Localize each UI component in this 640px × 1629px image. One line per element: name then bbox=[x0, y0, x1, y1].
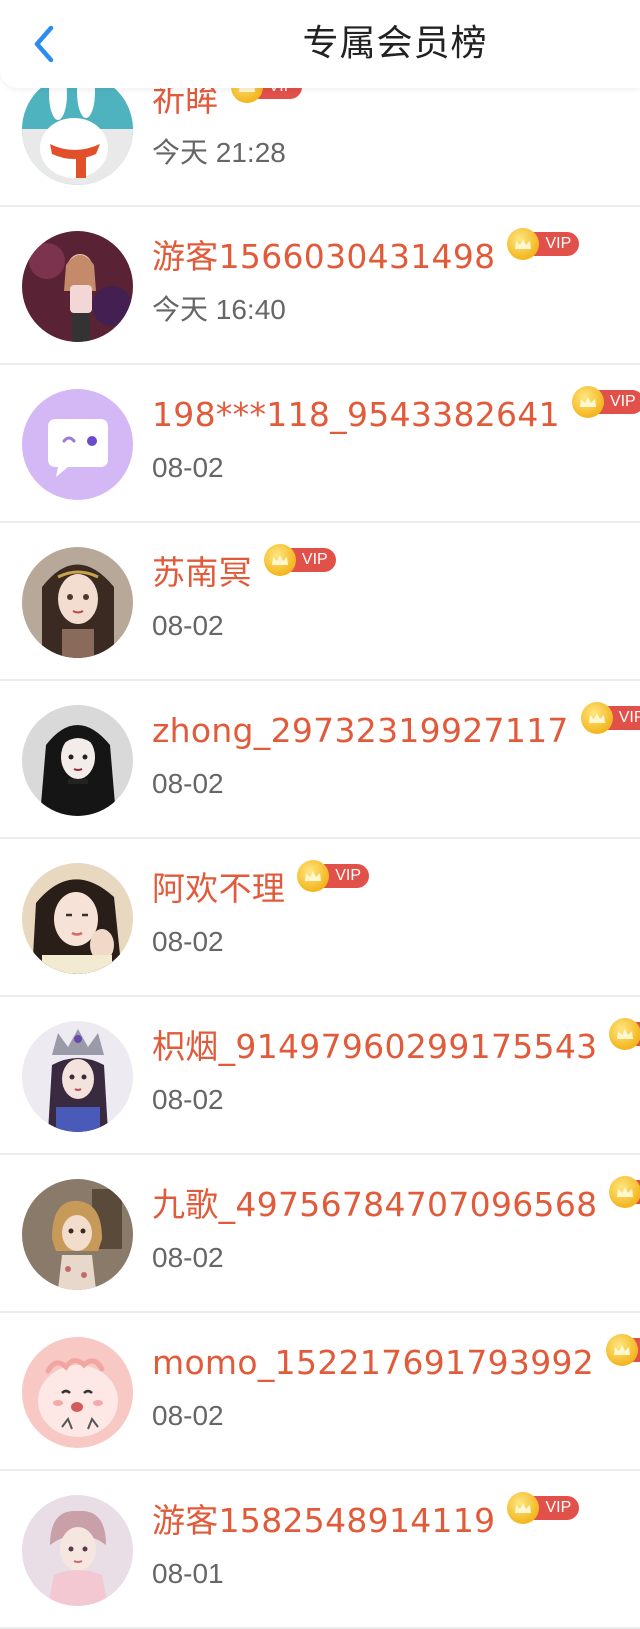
member-list: 祈眸 VIP 今天 21:28 游客1566030431498 bbox=[0, 50, 640, 1629]
top-bar: 专属会员榜 bbox=[0, 0, 640, 88]
crown-icon bbox=[263, 544, 296, 576]
member-row[interactable]: zhong_29732319927117 VIP 08-02 bbox=[0, 681, 640, 839]
member-row[interactable]: 游客1582548914119 VIP 08-01 bbox=[0, 1471, 640, 1629]
member-name: 九歌_49756784707096568 bbox=[152, 1185, 598, 1224]
member-name: 游客1582548914119 bbox=[152, 1501, 496, 1540]
vintage-doll-avatar bbox=[22, 1179, 133, 1290]
vip-badge: VIP bbox=[609, 1018, 640, 1050]
chat-bubble-avatar bbox=[22, 389, 133, 500]
vip-badge: VIP bbox=[507, 228, 580, 260]
member-name: 苏南冥 bbox=[152, 553, 252, 592]
selfie-girl-avatar bbox=[22, 863, 133, 974]
member-date: 08-01 bbox=[152, 1558, 224, 1589]
crown-icon bbox=[297, 860, 330, 892]
member-name: 枳烟_91497960299175543 bbox=[152, 1027, 598, 1066]
vip-badge: VIP bbox=[609, 1176, 640, 1208]
member-date: 今天 16:40 bbox=[152, 294, 286, 325]
member-name: 198***118_9543382641 bbox=[152, 395, 560, 434]
member-date: 08-02 bbox=[152, 1084, 224, 1115]
crown-icon bbox=[606, 1334, 639, 1366]
vip-badge: VIP bbox=[297, 860, 369, 892]
member-date: 08-02 bbox=[152, 452, 224, 483]
member-name: 阿欢不理 bbox=[152, 869, 286, 908]
member-row[interactable]: 198***118_9543382641 VIP 08-02 bbox=[0, 365, 640, 523]
member-date: 08-02 bbox=[152, 1242, 224, 1273]
girl-stage-avatar bbox=[22, 231, 133, 342]
page-title: 专属会员榜 bbox=[302, 23, 488, 64]
member-name: 游客1566030431498 bbox=[152, 237, 496, 276]
vip-badge: VIP bbox=[606, 1334, 640, 1366]
member-date: 08-02 bbox=[152, 768, 224, 799]
member-row[interactable]: 枳烟_91497960299175543 VIP 08-02 bbox=[0, 997, 640, 1155]
crown-icon bbox=[580, 702, 613, 734]
member-name: zhong_29732319927117 bbox=[152, 711, 569, 750]
member-row[interactable]: 阿欢不理 VIP 08-02 bbox=[0, 839, 640, 997]
pink-blob-avatar bbox=[22, 1337, 133, 1448]
member-row[interactable]: 苏南冥 VIP 08-02 bbox=[0, 523, 640, 681]
crown-icon bbox=[609, 1018, 640, 1050]
member-row[interactable]: 九歌_49756784707096568 VIP 08-02 bbox=[0, 1155, 640, 1313]
bunny-avatar bbox=[22, 74, 133, 185]
member-row[interactable]: momo_152217691793992 VIP 08-02 bbox=[0, 1313, 640, 1471]
crown-icon bbox=[571, 386, 604, 418]
vip-badge: VIP bbox=[507, 1492, 580, 1524]
dark-hair-girl-avatar bbox=[22, 705, 133, 816]
member-row[interactable]: 游客1566030431498 VIP 今天 16:40 bbox=[0, 207, 640, 365]
member-date: 今天 21:28 bbox=[152, 137, 286, 168]
member-name: momo_152217691793992 bbox=[152, 1343, 595, 1382]
vip-badge: VIP bbox=[571, 386, 640, 418]
crowned-doll-avatar bbox=[22, 1021, 133, 1132]
member-date: 08-02 bbox=[152, 610, 224, 641]
vip-badge: VIP bbox=[263, 544, 336, 576]
member-date: 08-02 bbox=[152, 926, 224, 957]
anime-boy-avatar bbox=[22, 1495, 133, 1606]
vip-badge: VIP bbox=[580, 702, 640, 734]
member-date: 08-02 bbox=[152, 1400, 224, 1431]
crown-icon bbox=[609, 1176, 640, 1208]
anime-girl-avatar bbox=[22, 547, 133, 658]
